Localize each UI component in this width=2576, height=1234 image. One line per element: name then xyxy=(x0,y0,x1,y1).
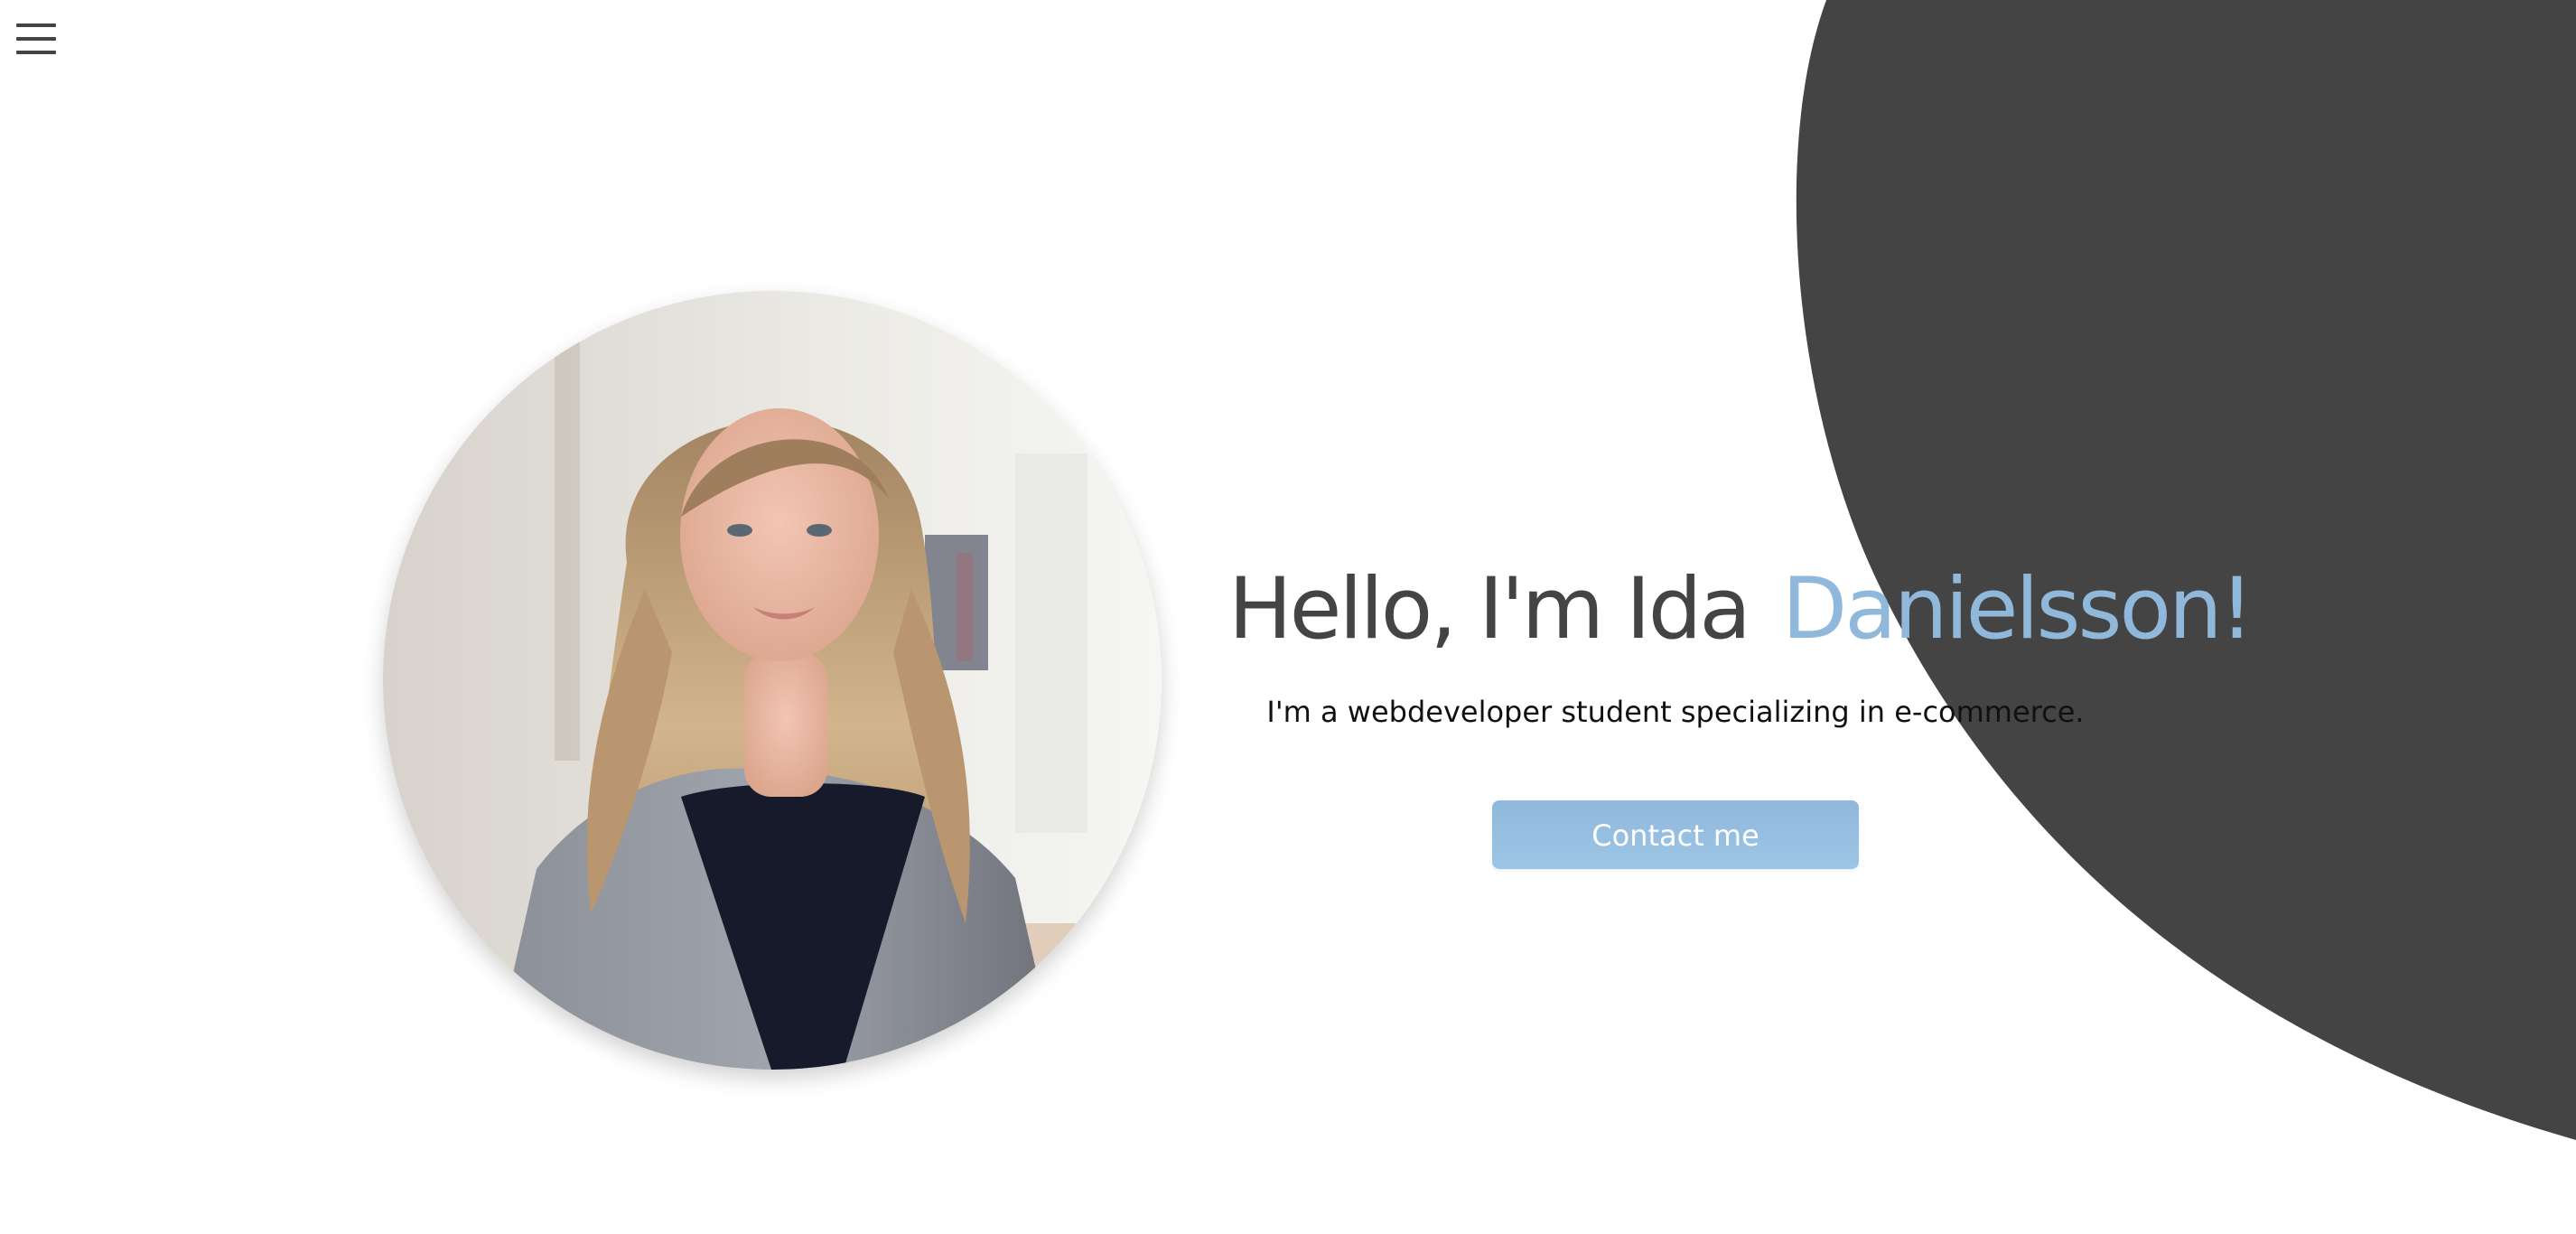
menu-button[interactable] xyxy=(16,22,56,56)
hero-subtitle: I'm a webdeveloper student specializing … xyxy=(1266,695,2085,729)
menu-line-icon xyxy=(16,23,56,27)
menu-line-icon xyxy=(16,51,56,54)
contact-button[interactable]: Contact me xyxy=(1492,800,1859,869)
hero-title-main: Hello, I'm Ida xyxy=(1228,560,1751,659)
menu-line-icon xyxy=(16,37,56,41)
hero-title-accent: Danielsson! xyxy=(1781,560,2254,659)
hero-section: Hello, I'm Ida Danielsson! I'm a webdeve… xyxy=(1228,551,2254,869)
profile-photo xyxy=(383,291,1162,1070)
hero-title: Hello, I'm Ida Danielsson! xyxy=(1228,551,2254,668)
portfolio-page: Hello, I'm Ida Danielsson! I'm a webdeve… xyxy=(0,0,2576,1234)
